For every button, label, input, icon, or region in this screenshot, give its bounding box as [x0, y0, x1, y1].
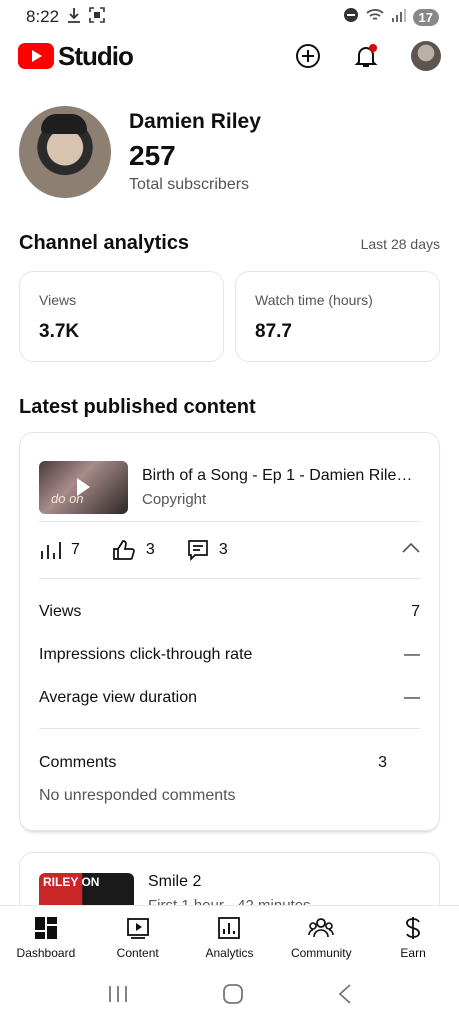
wifi-icon [365, 7, 385, 28]
views-count: 7 [71, 541, 80, 558]
detail-value: — [404, 688, 420, 706]
divider [39, 728, 420, 729]
likes-stat: 3 [112, 539, 155, 561]
nav-earn[interactable]: Earn [367, 906, 459, 969]
nav-label: Earn [400, 945, 426, 960]
system-navigation [0, 969, 459, 1023]
back-button[interactable] [337, 983, 353, 1010]
analytics-icon [218, 916, 241, 939]
channel-analytics-title: Channel analytics [19, 232, 190, 254]
back-icon [338, 983, 351, 1004]
status-bar: 8:22 17 [0, 0, 459, 34]
metric-label: Views [39, 292, 77, 308]
metric-label: Watch time (hours) [255, 292, 373, 308]
recent-apps-icon [108, 985, 127, 1002]
bottom-navigation: Dashboard Content Analytics Community Ea… [0, 905, 459, 969]
latest-content-title: Latest published content [19, 396, 256, 418]
nav-label: Analytics [205, 945, 254, 960]
video-stats-row: 7 3 3 [20, 522, 439, 578]
nav-content[interactable]: Content [92, 906, 184, 969]
detail-value: — [404, 645, 420, 663]
content-icon [126, 917, 149, 939]
detail-row-views: Views 7 [20, 590, 439, 633]
views-stat: 7 [39, 540, 80, 560]
bar-chart-icon [41, 542, 61, 559]
notifications-button[interactable] [353, 43, 379, 69]
channel-analytics-header: Channel analytics Last 28 days [19, 232, 440, 255]
battery-indicator: 17 [412, 8, 439, 26]
channel-avatar [19, 106, 111, 198]
comment-icon [187, 540, 208, 561]
channel-name: Damien Riley [129, 110, 261, 133]
add-circle-icon [296, 44, 320, 68]
detail-label: Average view duration [39, 688, 198, 706]
nav-dashboard[interactable]: Dashboard [0, 906, 92, 969]
no-unresponded-comments: No unresponded comments [39, 787, 236, 804]
app-bar: Studio [0, 34, 459, 78]
metric-value: 3.7K [39, 321, 80, 342]
account-avatar[interactable] [411, 41, 441, 71]
subscriber-count: 257 [129, 140, 176, 171]
views-card[interactable]: Views 3.7K [19, 271, 224, 362]
likes-count: 3 [145, 541, 155, 558]
detail-row-ctr: Impressions click-through rate — [20, 633, 439, 676]
community-icon [308, 917, 335, 937]
analytics-period: Last 28 days [360, 235, 440, 252]
bell-icon [354, 44, 378, 67]
detail-value: 7 [411, 602, 420, 620]
recent-apps-button[interactable] [107, 984, 129, 1009]
thumbnail-text: RILEY ON [43, 875, 100, 889]
comments-value: 3 [378, 754, 387, 771]
youtube-logo-icon [18, 43, 54, 69]
nav-community[interactable]: Community [275, 906, 367, 969]
play-icon [77, 477, 90, 496]
earn-icon [406, 916, 420, 939]
comments-row[interactable]: Comments 3 [20, 743, 439, 783]
comments-stat: 3 [187, 539, 228, 561]
status-time: 8:22 [26, 7, 60, 26]
thumbs-up-icon [113, 540, 135, 560]
detail-label: Views [39, 602, 82, 620]
logo-text: Studio [58, 40, 134, 71]
dashboard-icon [34, 916, 57, 939]
latest-video-card: do on Birth of a Song - Ep 1 - Damien Ri… [19, 432, 440, 831]
chevron-up-icon [402, 542, 420, 553]
video-title: Smile 2 [148, 873, 202, 890]
collapse-button[interactable] [402, 541, 420, 559]
video-subtitle: Copyright [142, 490, 207, 508]
channel-profile: Damien Riley 257 Total subscribers [19, 106, 261, 198]
screenshot-icon [89, 6, 105, 28]
nav-analytics[interactable]: Analytics [184, 906, 276, 969]
video-title: Birth of a Song - Ep 1 - Damien Riley's … [142, 466, 420, 484]
video-row[interactable]: do on Birth of a Song - Ep 1 - Damien Ri… [20, 433, 439, 521]
home-button[interactable] [222, 983, 244, 1010]
comments-count: 3 [218, 541, 228, 558]
nav-label: Dashboard [16, 945, 76, 960]
nav-label: Community [290, 945, 352, 960]
metric-value: 87.7 [255, 321, 292, 342]
signal-icon [391, 7, 407, 28]
detail-row-avg-duration: Average view duration — [20, 676, 439, 719]
video-thumbnail[interactable]: do on [39, 460, 128, 514]
create-button[interactable] [295, 43, 321, 69]
dnd-icon [343, 7, 359, 28]
nav-label: Content [116, 945, 159, 960]
home-icon [222, 983, 243, 1004]
youtube-studio-logo[interactable]: Studio [18, 40, 134, 72]
watch-time-card[interactable]: Watch time (hours) 87.7 [235, 271, 440, 362]
comments-label: Comments [39, 754, 117, 771]
subscriber-label: Total subscribers [129, 176, 250, 193]
download-icon [67, 7, 81, 28]
detail-label: Impressions click-through rate [39, 645, 253, 663]
